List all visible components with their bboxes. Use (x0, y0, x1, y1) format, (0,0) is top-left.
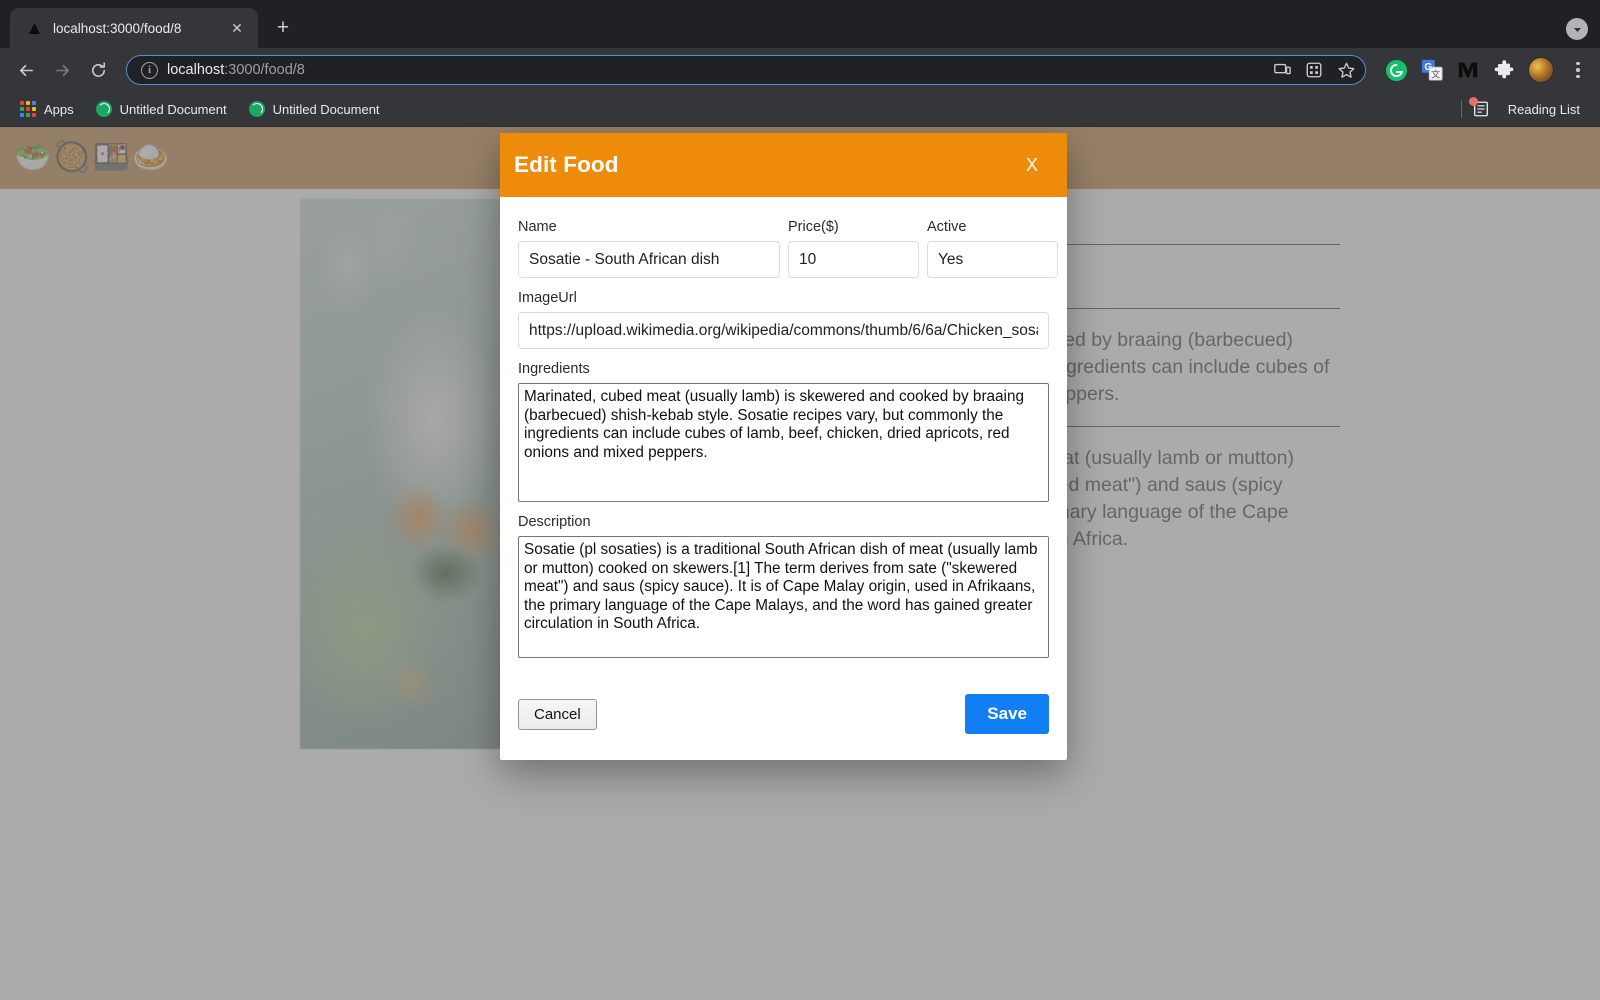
save-button[interactable]: Save (965, 694, 1049, 734)
name-price-active-row: Name Price($) Active (518, 219, 1058, 290)
bookmark-star-icon[interactable] (1335, 59, 1357, 81)
ingredients-textarea[interactable]: Marinated, cubed meat (usually lamb) is … (518, 383, 1049, 502)
active-label: Active (927, 219, 967, 235)
name-label: Name (518, 219, 557, 235)
bookmarks-bar: Apps Untitled Document Untitled Document… (0, 92, 1600, 127)
tab-title: localhost:3000/food/8 (53, 20, 182, 36)
globe-icon (248, 101, 265, 117)
forward-button[interactable] (46, 54, 78, 86)
bookmark-item-label: Untitled Document (272, 101, 380, 117)
image-url-input[interactable] (518, 312, 1049, 349)
divider (1460, 100, 1462, 118)
browser-toolbar: i localhost:3000/food/8 G文 (0, 48, 1600, 92)
close-icon[interactable]: X (1019, 152, 1045, 178)
description-field-group: Description Sosatie (pl sosaties) is a t… (518, 514, 1049, 658)
url-path: :3000/food/8 (224, 62, 305, 78)
active-input[interactable] (927, 241, 1058, 278)
edit-food-modal: Edit Food X Name Price($) Active (500, 133, 1067, 760)
new-tab-button[interactable]: + (268, 13, 298, 43)
description-textarea[interactable]: Sosatie (pl sosaties) is a traditional S… (518, 536, 1049, 658)
bookmarks-bar-right: Reading List (1460, 97, 1588, 121)
bookmark-item[interactable]: Untitled Document (88, 97, 235, 121)
close-tab-icon[interactable]: ✕ (226, 17, 248, 39)
bookmark-item-label: Untitled Document (119, 101, 227, 117)
reload-button[interactable] (82, 54, 114, 86)
site-info-icon[interactable]: i (141, 61, 158, 79)
image-url-field-group: ImageUrl (518, 290, 1049, 349)
tab-strip: localhost:3000/food/8 ✕ + (0, 0, 1600, 48)
puzzle-extensions-icon[interactable] (1492, 58, 1516, 82)
page-viewport: 🥗 🥘 🍱 🍛 Marinated, cubed meat (usually l… (0, 127, 1600, 1000)
modal-footer: Cancel Save (500, 680, 1067, 760)
triangle-favicon (26, 20, 42, 36)
description-label: Description (518, 514, 591, 530)
back-button[interactable] (10, 54, 42, 86)
active-field-group: Active (927, 219, 1058, 278)
bookmark-apps[interactable]: Apps (12, 97, 82, 121)
url-host: localhost (167, 62, 225, 78)
browser-tab[interactable]: localhost:3000/food/8 ✕ (10, 8, 258, 48)
reading-list-badge (1468, 97, 1478, 106)
modal-body: Name Price($) Active ImageUrl (500, 197, 1067, 680)
bookmark-apps-label: Apps (44, 101, 74, 117)
profile-avatar[interactable] (1528, 57, 1554, 83)
price-input[interactable] (788, 241, 919, 278)
address-bar-url: localhost:3000/food/8 (167, 62, 1262, 78)
qr-code-icon[interactable] (1303, 59, 1325, 81)
browser-menu-icon[interactable] (1566, 58, 1590, 82)
omnibox-actions (1271, 59, 1357, 81)
price-field-group: Price($) (788, 219, 919, 278)
tabstrip-right-controls (1566, 18, 1588, 40)
modal-title: Edit Food (514, 152, 619, 177)
svg-text:文: 文 (1431, 68, 1440, 79)
name-field-group: Name (518, 219, 780, 278)
modal-header: Edit Food X (500, 133, 1067, 197)
name-input[interactable] (518, 241, 780, 278)
medium-icon[interactable] (1456, 58, 1480, 82)
cast-icon[interactable] (1271, 59, 1293, 81)
chevron-down-icon[interactable] (1566, 18, 1588, 40)
globe-icon (95, 101, 112, 117)
extension-icons: G文 (1378, 57, 1590, 83)
image-url-label: ImageUrl (518, 290, 577, 306)
address-bar[interactable]: i localhost:3000/food/8 (126, 55, 1366, 85)
reading-list-icon[interactable] (1468, 97, 1490, 118)
grammarly-icon[interactable] (1384, 58, 1408, 82)
google-translate-icon[interactable]: G文 (1420, 58, 1444, 82)
apps-grid-icon (20, 101, 36, 117)
reading-list-label[interactable]: Reading List (1500, 98, 1588, 121)
ingredients-field-group: Ingredients Marinated, cubed meat (usual… (518, 361, 1049, 502)
bookmark-item[interactable]: Untitled Document (241, 97, 388, 121)
price-label: Price($) (788, 219, 839, 235)
ingredients-label: Ingredients (518, 361, 590, 377)
cancel-button[interactable]: Cancel (518, 698, 597, 730)
browser-window: localhost:3000/food/8 ✕ + i localhost:30… (0, 0, 1600, 1000)
